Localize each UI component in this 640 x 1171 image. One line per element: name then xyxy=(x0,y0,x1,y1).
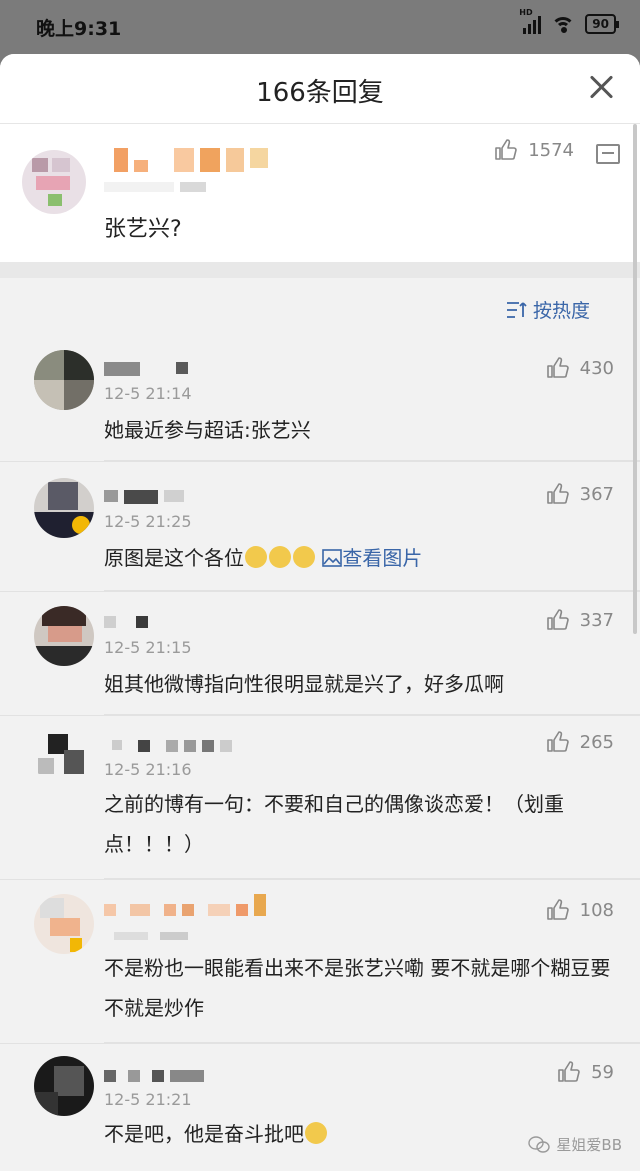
like-button[interactable]: 265 xyxy=(546,730,614,754)
thumb-up-icon xyxy=(546,899,569,920)
emoji-icon xyxy=(269,546,291,568)
like-count: 430 xyxy=(579,357,614,379)
divider xyxy=(104,590,640,591)
list-item[interactable]: 12-5 21:15 姐其他微博指向性很明显就是兴了，好多瓜啊 337 xyxy=(0,592,640,716)
like-button[interactable]: 59 xyxy=(557,1060,614,1084)
comment-time: 12-5 21:21 xyxy=(104,1090,192,1109)
sheet-header: 166条回复 xyxy=(0,54,640,124)
thumb-up-icon xyxy=(495,139,517,160)
avatar[interactable] xyxy=(34,478,94,538)
like-button[interactable]: 367 xyxy=(546,482,614,506)
comment-time: 12-5 21:14 xyxy=(104,384,192,403)
thumb-up-icon xyxy=(546,609,569,630)
list-item[interactable]: 不是粉也一眼能看出来不是张艺兴嘞 要不就是哪个糊豆要不就是炒作 108 xyxy=(0,880,640,1044)
avatar[interactable] xyxy=(34,894,94,954)
main-comment[interactable]: 张艺兴? 1574 xyxy=(0,124,640,262)
wifi-icon xyxy=(551,15,576,33)
signal-icon: HD xyxy=(519,8,542,34)
like-count: 337 xyxy=(579,609,614,631)
watermark: 星姐爱BB xyxy=(528,1134,622,1155)
comment-time: 12-5 21:25 xyxy=(104,512,192,531)
like-count: 367 xyxy=(579,483,614,505)
divider xyxy=(104,878,640,879)
image-icon xyxy=(322,549,343,567)
like-button[interactable]: 337 xyxy=(546,608,614,632)
divider xyxy=(0,262,640,278)
main-comment-time-pixelated xyxy=(104,182,206,192)
comment-time: 12-5 21:15 xyxy=(104,638,192,657)
avatar[interactable] xyxy=(34,606,94,666)
list-item[interactable]: 12-5 21:16 之前的博有一句：不要和自己的偶像谈恋爱！（划重点！！！） … xyxy=(0,716,640,880)
scrollbar[interactable] xyxy=(633,124,637,634)
sort-bar: 按热度 xyxy=(0,278,640,334)
username-pixelated[interactable] xyxy=(104,362,188,376)
comment-text: 之前的博有一句：不要和自己的偶像谈恋爱！（划重点！！！） xyxy=(104,792,564,856)
thumb-up-icon xyxy=(546,357,569,378)
list-item[interactable]: 12-5 21:25 原图是这个各位 查看图片 367 xyxy=(0,462,640,592)
avatar[interactable] xyxy=(34,1056,94,1116)
username-pixelated[interactable] xyxy=(104,616,148,628)
like-button[interactable]: 108 xyxy=(546,898,614,922)
sheet-title: 166条回复 xyxy=(256,78,384,108)
list-item[interactable]: 12-5 21:14 她最近参与超话:张艺兴 430 xyxy=(0,334,640,462)
replies-sheet: 166条回复 张艺兴? 1574 按热度 12-5 21:14 她最近参与超话:… xyxy=(0,54,640,1171)
comment-text: 姐其他微博指向性很明显就是兴了，好多瓜啊 xyxy=(104,672,504,696)
comment-text: 原图是这个各位 查看图片 xyxy=(104,546,423,570)
username-pixelated[interactable] xyxy=(104,1070,204,1082)
username-pixelated[interactable] xyxy=(112,740,232,752)
wechat-icon xyxy=(528,1135,551,1153)
thumb-up-icon xyxy=(546,731,569,752)
sort-icon xyxy=(506,301,527,318)
thumb-up-icon xyxy=(546,483,569,504)
comment-icon[interactable] xyxy=(596,144,620,164)
close-icon[interactable] xyxy=(588,74,614,100)
avatar[interactable] xyxy=(34,350,94,410)
view-image-link[interactable]: 查看图片 xyxy=(322,546,422,570)
username-pixelated[interactable] xyxy=(104,894,266,916)
avatar[interactable] xyxy=(22,150,86,214)
status-bar: 晚上9:31 HD 90 xyxy=(0,0,640,54)
comment-text: 不是粉也一眼能看出来不是张艺兴嘞 要不就是哪个糊豆要不就是炒作 xyxy=(104,956,611,1020)
avatar[interactable] xyxy=(34,728,94,788)
like-button[interactable]: 430 xyxy=(546,356,614,380)
divider xyxy=(104,460,640,461)
emoji-icon xyxy=(293,546,315,568)
comment-text: 她最近参与超话:张艺兴 xyxy=(104,418,311,442)
username-pixelated[interactable] xyxy=(114,148,268,172)
comment-time-pixelated xyxy=(114,932,188,940)
like-count: 265 xyxy=(579,731,614,753)
main-comment-text: 张艺兴? xyxy=(104,217,182,242)
emoji-icon xyxy=(245,546,267,568)
battery-indicator: 90 xyxy=(585,14,619,34)
like-count: 108 xyxy=(579,899,614,921)
like-count: 59 xyxy=(591,1061,614,1083)
main-like-button[interactable]: 1574 xyxy=(494,138,574,162)
status-time: 晚上9:31 xyxy=(36,18,122,40)
username-pixelated[interactable] xyxy=(104,490,184,504)
divider xyxy=(104,714,640,715)
like-count: 1574 xyxy=(528,139,574,161)
comment-time: 12-5 21:16 xyxy=(104,760,192,779)
divider xyxy=(104,1042,640,1043)
sort-button[interactable]: 按热度 xyxy=(505,296,590,323)
emoji-icon xyxy=(305,1122,327,1144)
thumb-up-icon xyxy=(558,1061,580,1082)
